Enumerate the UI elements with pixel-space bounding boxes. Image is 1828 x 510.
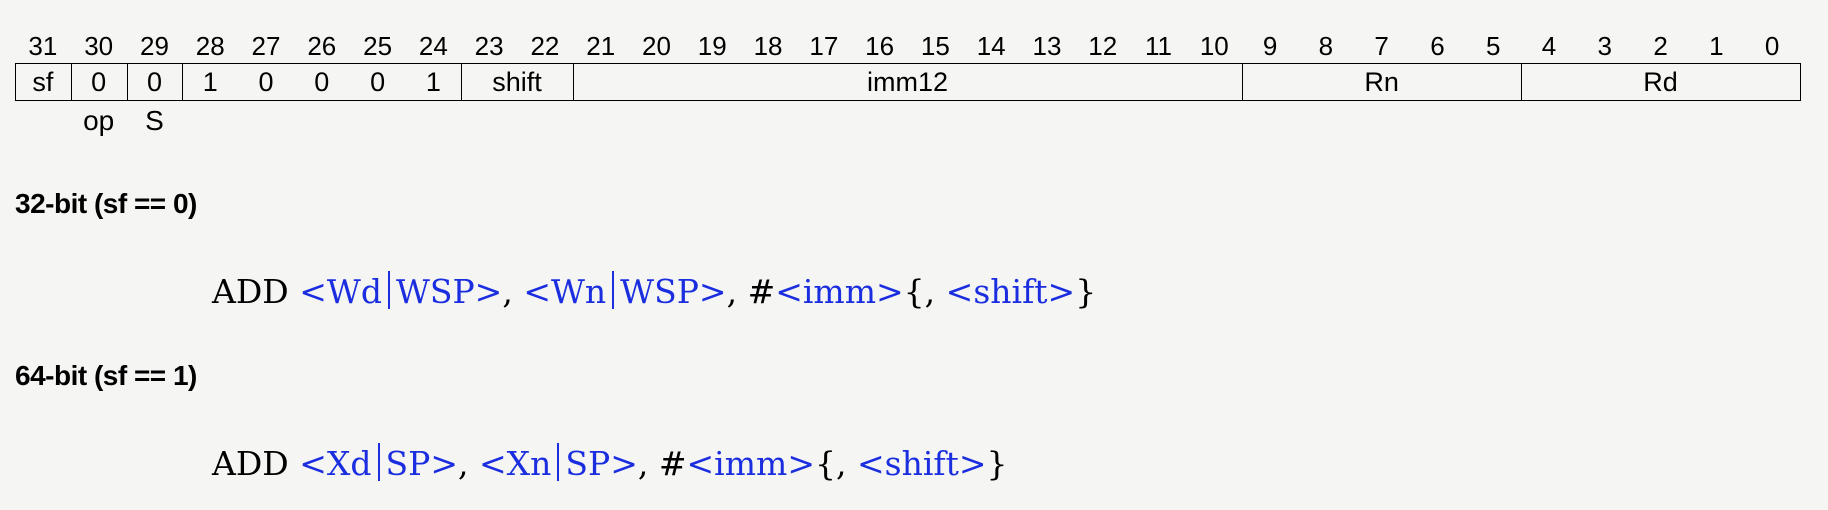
bit-number: 1 bbox=[1709, 31, 1724, 61]
bit-number: 28 bbox=[195, 31, 225, 61]
bit-number: 31 bbox=[28, 31, 58, 61]
operand-rd-alt: SP> bbox=[385, 444, 458, 483]
bit-number: 23 bbox=[474, 31, 504, 61]
bit-number: 14 bbox=[976, 31, 1006, 61]
encoding-field-s: 0 bbox=[146, 67, 162, 97]
encoding-field-shift: shift bbox=[492, 67, 542, 97]
bit-number: 13 bbox=[1032, 31, 1062, 61]
bit-number: 19 bbox=[697, 31, 727, 61]
operand-rn: <Wn bbox=[523, 272, 607, 311]
encoding-field-b25: 0 bbox=[370, 67, 386, 97]
operand-rn: <Xn bbox=[479, 444, 552, 483]
bit-number: 0 bbox=[1764, 31, 1780, 61]
operand-rd: <Xd bbox=[299, 444, 372, 483]
bit-number: 11 bbox=[1145, 31, 1173, 61]
bit-number: 20 bbox=[642, 31, 671, 61]
bit-number: 12 bbox=[1088, 31, 1118, 61]
bit-number: 3 bbox=[1597, 31, 1612, 61]
bit-number: 25 bbox=[363, 31, 393, 61]
bit-number: 2 bbox=[1653, 31, 1668, 61]
bit-number: 15 bbox=[920, 31, 950, 61]
encoding-field-b26: 0 bbox=[314, 67, 330, 97]
bit-number: 24 bbox=[418, 31, 448, 61]
assembler-syntax-32bit: ADD <Wd WSP>, <Wn WSP>, #<imm>{, <shift>} bbox=[212, 270, 1096, 314]
bit-number: 8 bbox=[1318, 31, 1334, 61]
alternative-bar bbox=[557, 443, 560, 481]
assembler-syntax-64bit: ADD <Xd SP>, <Xn SP>, #<imm>{, <shift>} bbox=[212, 442, 1008, 486]
bit-number: 4 bbox=[1541, 31, 1557, 61]
operand-rd-alt: WSP> bbox=[395, 272, 503, 311]
bit-number: 29 bbox=[139, 31, 169, 61]
bit-number: 21 bbox=[586, 31, 616, 61]
operand-rn-alt: SP> bbox=[565, 444, 638, 483]
separator: , bbox=[502, 272, 513, 311]
bit-number: 5 bbox=[1485, 31, 1501, 61]
variant-heading-32bit: 32-bit (sf == 0) bbox=[15, 188, 197, 219]
immediate-hash: # bbox=[747, 272, 776, 311]
operand-imm: <imm> bbox=[775, 272, 904, 311]
alternative-bar bbox=[387, 271, 390, 309]
operand-rn-alt: WSP> bbox=[620, 272, 727, 311]
encoding-field-b28: 1 bbox=[202, 67, 218, 97]
encoding-field-b24: 1 bbox=[425, 67, 441, 97]
alternative-bar bbox=[612, 271, 615, 309]
encoding-field-imm12: imm12 bbox=[866, 67, 948, 97]
optional-open: {, bbox=[814, 444, 847, 483]
optional-close: } bbox=[1075, 272, 1097, 311]
bit-number: 17 bbox=[809, 31, 839, 61]
bit-number: 9 bbox=[1262, 31, 1278, 61]
separator: , bbox=[637, 444, 649, 483]
bit-number: 18 bbox=[753, 31, 783, 61]
alternative-bar bbox=[377, 443, 380, 481]
encoding-field-rn: Rn bbox=[1364, 67, 1399, 97]
bit-number: 6 bbox=[1430, 31, 1445, 61]
separator: , bbox=[458, 444, 469, 483]
optional-open: {, bbox=[903, 272, 936, 311]
optional-close: } bbox=[986, 444, 1008, 483]
operand-shift: <shift> bbox=[945, 272, 1076, 311]
encoding-field-rd: Rd bbox=[1643, 67, 1678, 97]
variant-heading-64bit: 64-bit (sf == 1) bbox=[15, 360, 197, 391]
field-sublabel-s: S bbox=[145, 105, 164, 136]
bit-number: 22 bbox=[530, 31, 560, 61]
bit-number: 16 bbox=[865, 31, 895, 61]
operand-imm: <imm> bbox=[686, 444, 815, 483]
separator: , bbox=[726, 272, 738, 311]
mnemonic: ADD bbox=[212, 444, 289, 483]
bit-number: 7 bbox=[1374, 31, 1389, 61]
mnemonic: ADD bbox=[212, 272, 289, 311]
encoding-field-sf: sf bbox=[32, 67, 54, 97]
field-sublabel-op: op bbox=[83, 105, 115, 136]
bit-number: 26 bbox=[307, 31, 337, 61]
encoding-field-b27: 0 bbox=[258, 67, 274, 97]
encoding-field-op: 0 bbox=[91, 67, 107, 97]
bit-number: 10 bbox=[1199, 31, 1229, 61]
bit-number: 27 bbox=[251, 31, 281, 61]
immediate-hash: # bbox=[658, 444, 687, 483]
bit-number: 30 bbox=[84, 31, 114, 61]
operand-shift: <shift> bbox=[856, 444, 987, 483]
operand-rd: <Wd bbox=[299, 272, 382, 311]
